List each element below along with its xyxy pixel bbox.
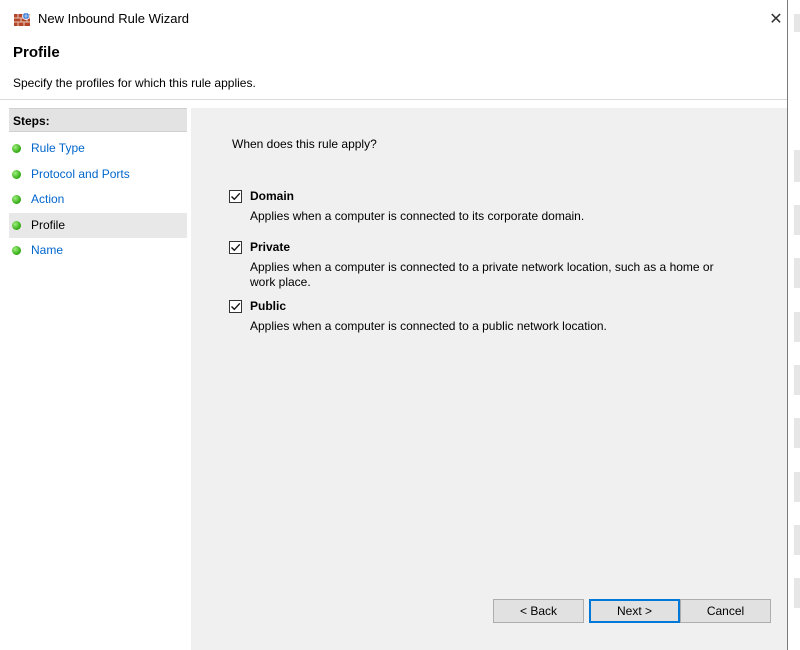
content-panel: When does this rule apply? Domain Applie… [191,108,787,650]
option-label[interactable]: Domain [250,189,294,203]
step-status-dot-icon [12,195,21,204]
window-title: New Inbound Rule Wizard [38,11,190,26]
steps-header-label: Steps: [13,114,50,128]
private-checkbox[interactable] [229,241,242,254]
steps-panel: Steps: Rule Type Protocol and Ports Acti… [9,108,187,650]
step-label: Action [31,192,65,206]
step-status-dot-icon [12,220,21,230]
option-description: Applies when a computer is connected to … [250,260,714,289]
page-title: Profile [13,44,60,61]
steps-header: Steps: [9,108,187,132]
step-status-dot-icon [12,144,21,153]
back-button[interactable]: < Back [493,599,584,623]
wizard-window: New Inbound Rule Wizard ✕ Profile Specif… [0,0,788,650]
firewall-icon [14,12,30,26]
page-subtitle: Specify the profiles for which this rule… [13,76,256,90]
option-label[interactable]: Private [250,240,290,254]
step-label: Rule Type [31,141,85,155]
step-action[interactable]: Action [9,187,187,212]
header-divider [0,99,787,100]
option-description: Applies when a computer is connected to … [250,209,585,223]
next-button[interactable]: Next > [589,599,680,623]
checkmark-icon [231,192,241,201]
step-rule-type[interactable]: Rule Type [9,136,187,161]
step-status-dot-icon [12,169,21,179]
step-status-dot-icon [12,246,21,255]
background-window-right-edge [788,0,800,650]
close-button[interactable]: ✕ [752,0,800,38]
cancel-button[interactable]: Cancel [680,599,771,623]
step-label: Profile [31,217,66,232]
option-label[interactable]: Public [250,299,286,313]
step-label: Protocol and Ports [31,166,130,181]
checkmark-icon [231,243,241,252]
domain-checkbox[interactable] [229,190,242,203]
page-header: Profile Specify the profiles for which t… [0,38,787,100]
checkmark-icon [231,302,241,311]
title-bar[interactable]: New Inbound Rule Wizard ✕ [0,0,787,38]
question-label: When does this rule apply? [232,137,377,151]
option-description: Applies when a computer is connected to … [250,319,607,333]
public-checkbox[interactable] [229,300,242,313]
step-label: Name [31,243,64,257]
step-protocol-and-ports[interactable]: Protocol and Ports [9,162,187,187]
step-name[interactable]: Name [9,238,187,263]
close-icon: ✕ [769,11,783,28]
step-profile: Profile [9,212,187,238]
